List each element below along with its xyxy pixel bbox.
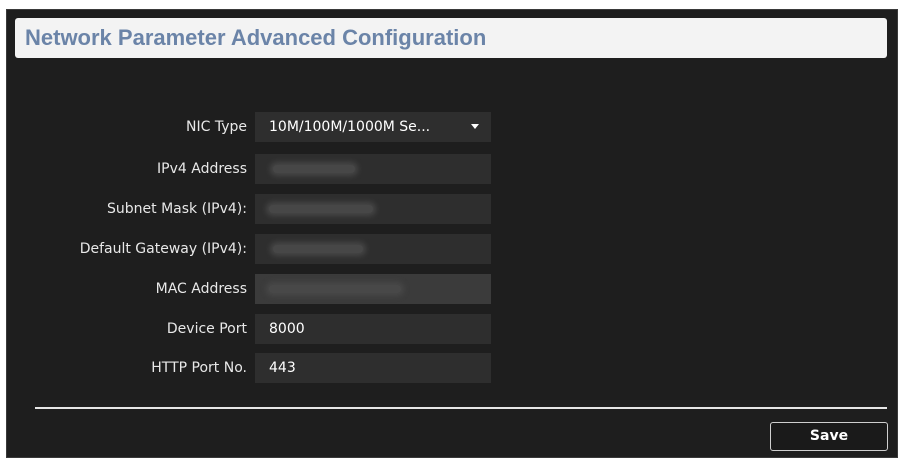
device-port-input[interactable]: 8000 xyxy=(255,314,491,344)
save-button[interactable]: Save xyxy=(770,422,888,451)
http-port-input[interactable]: 443 xyxy=(255,353,491,383)
ipv4-address-redacted xyxy=(273,165,355,173)
subnet-mask-field[interactable] xyxy=(255,194,491,224)
device-port-label: Device Port xyxy=(166,321,247,337)
network-config-dialog: Network Parameter Advanced Configuration… xyxy=(6,9,898,458)
dialog-title: Network Parameter Advanced Configuration xyxy=(25,25,487,50)
http-port-label: HTTP Port No. xyxy=(151,360,247,376)
mac-address-field xyxy=(255,274,491,304)
mac-address-label: MAC Address xyxy=(155,281,247,297)
subnet-mask-redacted xyxy=(269,205,373,213)
chevron-down-icon[interactable] xyxy=(471,124,479,129)
nic-type-label: NIC Type xyxy=(186,119,247,135)
ipv4-address-field[interactable] xyxy=(255,154,491,184)
nic-type-value: 10M/100M/1000M Se... xyxy=(269,119,431,135)
dialog-header: Network Parameter Advanced Configuration xyxy=(15,18,887,58)
subnet-mask-label: Subnet Mask (IPv4): xyxy=(107,201,247,217)
mac-address-redacted xyxy=(269,285,401,293)
nic-type-select[interactable]: 10M/100M/1000M Se... xyxy=(255,112,491,142)
footer-divider xyxy=(35,407,887,409)
default-gateway-redacted xyxy=(273,245,363,253)
default-gateway-label: Default Gateway (IPv4): xyxy=(79,241,247,257)
default-gateway-field[interactable] xyxy=(255,234,491,264)
ipv4-address-label: IPv4 Address xyxy=(157,161,247,177)
